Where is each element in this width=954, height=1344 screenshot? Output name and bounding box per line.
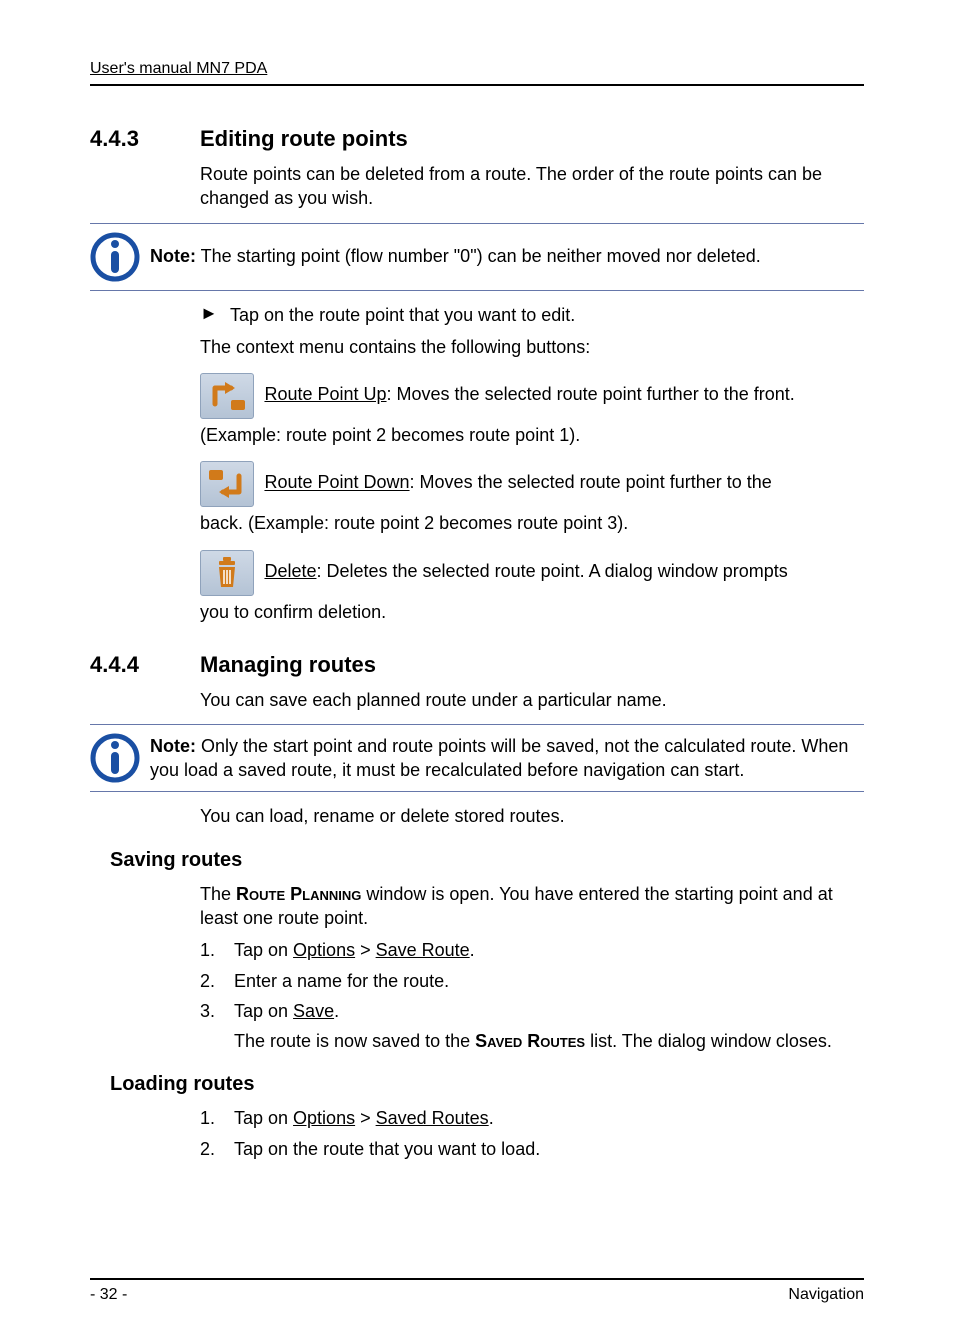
section-444-intro: You can save each planned route under a …	[200, 688, 864, 712]
section-number-444: 4.4.4	[90, 652, 200, 678]
route-point-up-button[interactable]	[200, 373, 254, 419]
route-point-down-text: Route Point Down: Moves the selected rou…	[264, 473, 771, 493]
page-header: User's manual MN7 PDA	[90, 60, 864, 86]
section-title-444: Managing routes	[200, 652, 376, 678]
saving-step1: Tap on Options > Save Route.	[234, 938, 475, 962]
route-point-up-line2: (Example: route point 2 becomes route po…	[200, 423, 864, 447]
saved-routes-link: Saved Routes	[376, 1108, 489, 1128]
info-icon	[90, 733, 150, 783]
loading-step2: Tap on the route that you want to load.	[234, 1137, 540, 1161]
section-443-intro: Route points can be deleted from a route…	[200, 162, 864, 211]
context-menu-line: The context menu contains the following …	[200, 335, 864, 359]
saved-routes-sc: Saved Routes	[475, 1031, 585, 1051]
saving-step1-post: .	[470, 940, 475, 960]
section-number-443: 4.4.3	[90, 126, 200, 152]
bullet-arrow-icon: ►	[200, 303, 230, 327]
delete-label: Delete	[264, 561, 316, 581]
saving-step2: Enter a name for the route.	[234, 969, 449, 993]
loading-step1-mid: >	[355, 1108, 376, 1128]
loading-step1: Tap on Options > Saved Routes.	[234, 1106, 494, 1130]
loading-step1-post: .	[489, 1108, 494, 1128]
section-444-after-note: You can load, rename or delete stored ro…	[200, 804, 864, 828]
loading-routes-title: Loading routes	[110, 1073, 254, 1096]
saving-result-pre: The route is now saved to the	[234, 1031, 475, 1051]
saving-routes-title: Saving routes	[110, 849, 242, 872]
list-number: 3.	[200, 999, 234, 1023]
route-point-down-tail: : Moves the selected route point further…	[410, 473, 772, 493]
list-number: 1.	[200, 938, 234, 962]
route-point-down-button[interactable]	[200, 461, 254, 507]
note-body: The starting point (flow number "0") can…	[196, 246, 761, 266]
saving-result-post: list. The dialog window closes.	[585, 1031, 832, 1051]
note-text-443: Note: The starting point (flow number "0…	[150, 244, 761, 268]
note-box-444: Note: Only the start point and route poi…	[90, 724, 864, 792]
note-prefix: Note:	[150, 246, 196, 266]
note-body: Only the start point and route points wi…	[150, 736, 848, 780]
section-title-443: Editing route points	[200, 126, 408, 152]
route-point-down-label: Route Point Down	[264, 473, 409, 493]
list-number: 2.	[200, 969, 234, 993]
delete-button[interactable]	[200, 550, 254, 596]
note-prefix: Note:	[150, 736, 196, 756]
route-point-up-label: Route Point Up	[264, 384, 386, 404]
saving-intro-pre: The	[200, 884, 236, 904]
save-link: Save	[293, 1001, 334, 1021]
route-point-up-text: Route Point Up: Moves the selected route…	[264, 384, 794, 404]
saving-step3-post: .	[334, 1001, 339, 1021]
save-route-link: Save Route	[376, 940, 470, 960]
options-link: Options	[293, 940, 355, 960]
saving-step1-pre: Tap on	[234, 940, 293, 960]
saving-intro: The Route Planning window is open. You h…	[200, 882, 864, 931]
delete-tail: : Deletes the selected route point. A di…	[316, 561, 787, 581]
saving-step3: Tap on Save.	[234, 999, 339, 1023]
delete-line2: you to confirm deletion.	[200, 600, 864, 624]
loading-step1-pre: Tap on	[234, 1108, 293, 1128]
footer-section: Navigation	[788, 1286, 864, 1304]
saving-step1-mid: >	[355, 940, 376, 960]
page-number: - 32 -	[90, 1286, 127, 1304]
list-number: 1.	[200, 1106, 234, 1130]
delete-text: Delete: Deletes the selected route point…	[264, 561, 787, 581]
saving-step3-pre: Tap on	[234, 1001, 293, 1021]
note-text-444: Note: Only the start point and route poi…	[150, 734, 864, 783]
route-planning-sc: Route Planning	[236, 884, 361, 904]
route-point-down-line2: back. (Example: route point 2 becomes ro…	[200, 511, 864, 535]
info-icon	[90, 232, 150, 282]
bullet-tap-route-point: Tap on the route point that you want to …	[230, 303, 575, 327]
list-number: 2.	[200, 1137, 234, 1161]
saving-result: The route is now saved to the Saved Rout…	[234, 1029, 864, 1053]
route-point-up-tail: : Moves the selected route point further…	[387, 384, 795, 404]
options-link: Options	[293, 1108, 355, 1128]
note-box-443: Note: The starting point (flow number "0…	[90, 223, 864, 291]
